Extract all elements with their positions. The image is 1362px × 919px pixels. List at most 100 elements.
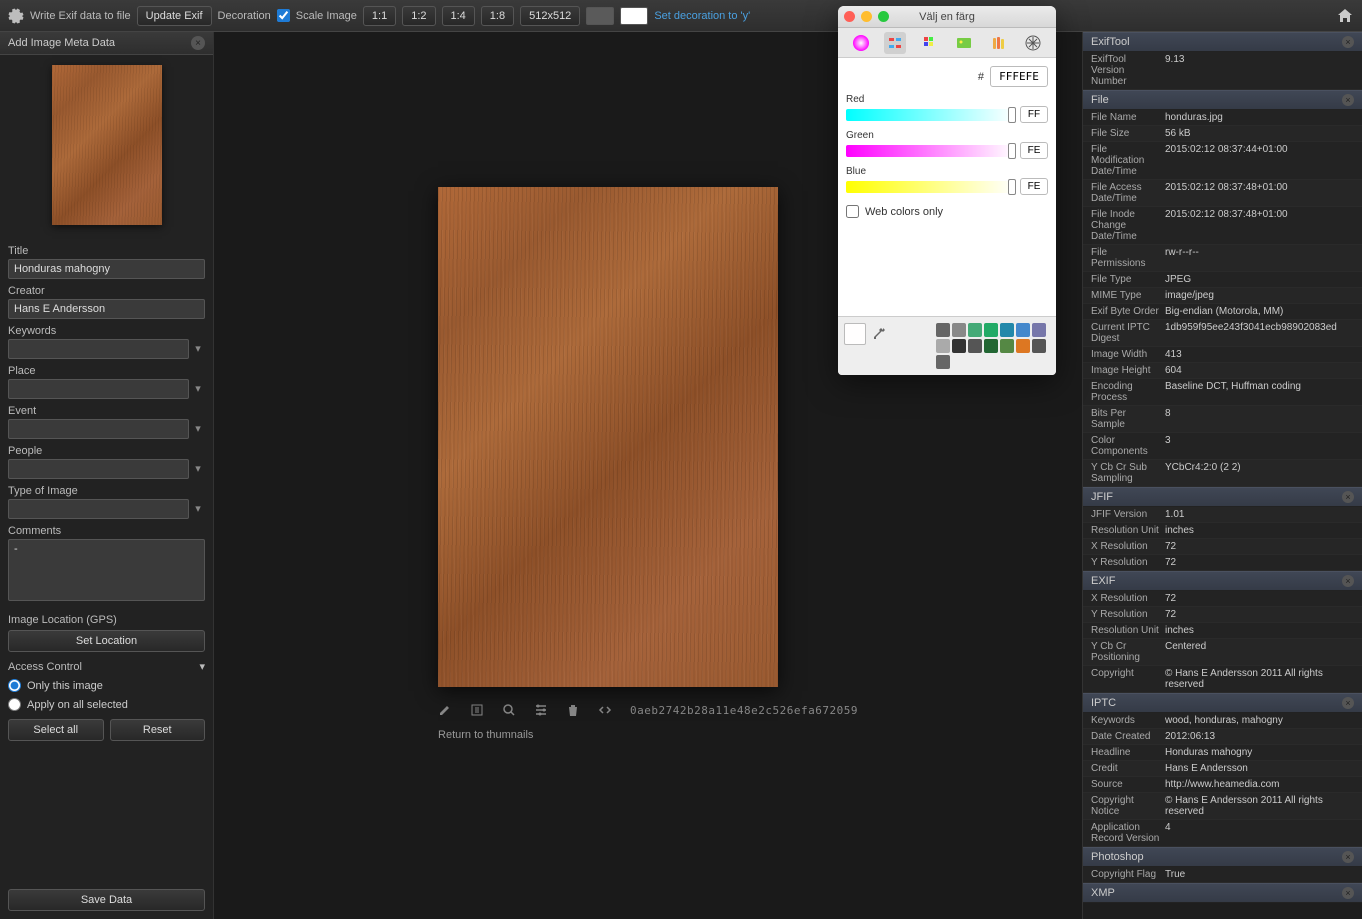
red-slider[interactable] — [846, 109, 1014, 121]
close-icon[interactable]: × — [1342, 575, 1354, 587]
chevron-down-icon[interactable]: ▾ — [191, 342, 205, 355]
color-swatch[interactable] — [968, 339, 982, 353]
comments-textarea[interactable] — [8, 539, 205, 601]
close-icon[interactable]: × — [1342, 94, 1354, 106]
metadata-row: Image Width413 — [1083, 347, 1362, 363]
color-swatch[interactable] — [952, 323, 966, 337]
return-thumbnails-link[interactable]: Return to thumnails — [438, 729, 533, 741]
chevron-down-icon[interactable]: ▾ — [191, 382, 205, 395]
set-decoration-link[interactable]: Set decoration to 'y' — [654, 10, 750, 22]
section-header[interactable]: JFIF× — [1083, 487, 1362, 507]
chevron-down-icon[interactable]: ▾ — [191, 502, 205, 515]
event-input[interactable] — [8, 419, 189, 439]
hex-input[interactable] — [990, 66, 1048, 87]
apply-all-radio[interactable] — [8, 698, 21, 711]
metadata-key: JFIF Version — [1091, 509, 1161, 520]
section-header[interactable]: ExifTool× — [1083, 32, 1362, 52]
close-icon[interactable]: × — [191, 36, 205, 50]
metadata-key: Copyright Notice — [1091, 795, 1161, 817]
scale-512[interactable]: 512x512 — [520, 6, 580, 26]
section-header[interactable]: File× — [1083, 90, 1362, 110]
set-location-button[interactable]: Set Location — [8, 630, 205, 652]
red-value[interactable] — [1020, 106, 1048, 123]
color-swatch[interactable] — [984, 323, 998, 337]
scale-1-8[interactable]: 1:8 — [481, 6, 514, 26]
color-swatch[interactable] — [968, 323, 982, 337]
current-color-swatch[interactable] — [844, 323, 866, 345]
green-value[interactable] — [1020, 142, 1048, 159]
only-this-radio[interactable] — [8, 679, 21, 692]
color-picker-titlebar[interactable]: Välj en färg — [838, 6, 1056, 28]
blue-value[interactable] — [1020, 178, 1048, 195]
color-swatch[interactable] — [1032, 339, 1046, 353]
close-icon[interactable]: × — [1342, 851, 1354, 863]
home-icon[interactable] — [1336, 7, 1354, 25]
chevron-down-icon[interactable]: ▾ — [191, 462, 205, 475]
type-input[interactable] — [8, 499, 189, 519]
color-swatch[interactable] — [952, 339, 966, 353]
code-icon[interactable] — [598, 703, 612, 717]
color-swatch[interactable] — [936, 323, 950, 337]
metadata-key: Image Width — [1091, 349, 1161, 360]
metadata-key: X Resolution — [1091, 593, 1161, 604]
color-swatch[interactable] — [984, 339, 998, 353]
close-icon[interactable]: × — [1342, 697, 1354, 709]
section-header[interactable]: Photoshop× — [1083, 847, 1362, 867]
eyedropper-icon[interactable] — [868, 323, 890, 345]
edit-icon[interactable] — [438, 703, 452, 717]
color-swatch[interactable] — [936, 339, 950, 353]
sliders-icon[interactable] — [884, 32, 906, 54]
color-swatch[interactable] — [936, 355, 950, 369]
keywords-input[interactable] — [8, 339, 189, 359]
people-input[interactable] — [8, 459, 189, 479]
section-header[interactable]: XMP× — [1083, 883, 1362, 903]
settings-icon[interactable] — [534, 703, 548, 717]
color-wheel-icon[interactable] — [850, 32, 872, 54]
close-icon[interactable]: × — [1342, 36, 1354, 48]
scale-1-1[interactable]: 1:1 — [363, 6, 396, 26]
metadata-row: Date Created2012:06:13 — [1083, 729, 1362, 745]
crayons-icon[interactable] — [987, 32, 1009, 54]
green-slider[interactable] — [846, 145, 1014, 157]
chevron-down-icon[interactable]: ▾ — [191, 422, 205, 435]
decoration-checkbox[interactable] — [277, 9, 290, 22]
section-header[interactable]: IPTC× — [1083, 693, 1362, 713]
metadata-row: MIME Typeimage/jpeg — [1083, 288, 1362, 304]
color-swatch[interactable] — [1000, 339, 1014, 353]
section-header[interactable]: EXIF× — [1083, 571, 1362, 591]
zoom-icon[interactable] — [502, 703, 516, 717]
image-palette-icon[interactable] — [953, 32, 975, 54]
metadata-key: File Name — [1091, 112, 1161, 123]
select-all-button[interactable]: Select all — [8, 719, 104, 741]
palette-icon[interactable] — [919, 32, 941, 54]
delete-icon[interactable] — [566, 703, 580, 717]
metadata-value: 2015:02:12 08:37:48+01:00 — [1161, 209, 1354, 242]
canvas-color-light[interactable] — [620, 7, 648, 25]
color-swatch[interactable] — [1000, 323, 1014, 337]
close-icon[interactable]: × — [1342, 491, 1354, 503]
scale-1-4[interactable]: 1:4 — [442, 6, 475, 26]
color-swatch[interactable] — [1032, 323, 1046, 337]
metadata-value: wood, honduras, mahogny — [1161, 715, 1354, 726]
color-swatch[interactable] — [1016, 339, 1030, 353]
color-swatch[interactable] — [1016, 323, 1030, 337]
creator-input[interactable] — [8, 299, 205, 319]
metadata-row: Copyright© Hans E Andersson 2011 All rig… — [1083, 666, 1362, 693]
metadata-icon[interactable] — [470, 703, 484, 717]
color-picker-tabs — [838, 28, 1056, 58]
metadata-key: Source — [1091, 779, 1161, 790]
save-data-button[interactable]: Save Data — [8, 889, 205, 911]
place-input[interactable] — [8, 379, 189, 399]
update-exif-button[interactable]: Update Exif — [137, 6, 212, 26]
gear-icon[interactable] — [8, 8, 24, 24]
advanced-icon[interactable] — [1022, 32, 1044, 54]
canvas-color-dark[interactable] — [586, 7, 614, 25]
close-icon[interactable]: × — [1342, 887, 1354, 899]
web-colors-checkbox[interactable] — [846, 205, 859, 218]
access-control-header[interactable]: Access Control ▾ — [8, 660, 205, 673]
reset-button[interactable]: Reset — [110, 719, 206, 741]
title-input[interactable] — [8, 259, 205, 279]
scale-1-2[interactable]: 1:2 — [402, 6, 435, 26]
blue-slider[interactable] — [846, 181, 1014, 193]
metadata-key: Color Components — [1091, 435, 1161, 457]
